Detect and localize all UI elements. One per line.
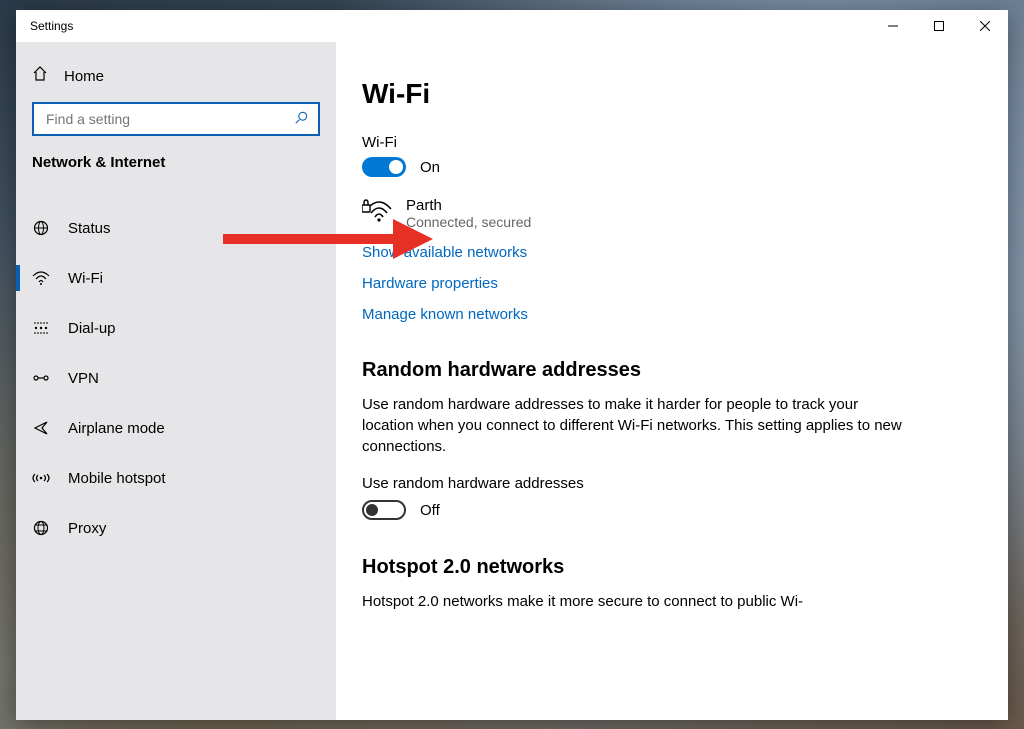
search-input-wrap[interactable] — [32, 102, 320, 136]
random-addresses-label: Use random hardware addresses — [362, 475, 984, 492]
title-bar: Settings — [16, 10, 1008, 42]
sidebar-item-label: Proxy — [68, 520, 106, 537]
sidebar-home-label: Home — [64, 68, 104, 85]
sidebar-item-airplane[interactable]: Airplane mode — [16, 403, 336, 453]
sidebar-group-title: Network & Internet — [16, 148, 336, 181]
sidebar-item-label: VPN — [68, 370, 99, 387]
minimize-button[interactable] — [870, 10, 916, 42]
sidebar-item-label: Status — [68, 220, 111, 237]
link-show-available[interactable]: Show available networks — [362, 244, 984, 261]
random-addresses-state: Off — [420, 502, 440, 519]
sidebar-item-vpn[interactable]: VPN — [16, 353, 336, 403]
sidebar-nav: Status Wi-Fi Dial-up — [16, 203, 336, 553]
hotspot-heading: Hotspot 2.0 networks — [362, 556, 984, 579]
airplane-icon — [32, 420, 50, 436]
wifi-toggle-label: Wi-Fi — [362, 134, 984, 151]
hotspot-icon — [32, 471, 50, 485]
search-input[interactable] — [44, 110, 294, 128]
maximize-button[interactable] — [916, 10, 962, 42]
sidebar-item-label: Wi-Fi — [68, 270, 103, 287]
main-pane: Wi-Fi Wi-Fi On Pa — [336, 42, 1008, 720]
network-status: Connected, secured — [406, 214, 531, 230]
window-title: Settings — [30, 19, 73, 33]
vpn-icon — [32, 372, 50, 384]
close-button[interactable] — [962, 10, 1008, 42]
wifi-toggle-state: On — [420, 159, 440, 176]
wifi-icon — [32, 270, 50, 286]
sidebar-item-label: Airplane mode — [68, 420, 165, 437]
random-addresses-heading: Random hardware addresses — [362, 359, 984, 382]
network-card[interactable]: Parth Connected, secured — [362, 197, 984, 230]
status-icon — [32, 220, 50, 236]
proxy-icon — [32, 520, 50, 536]
sidebar: Home Network & Internet Status — [16, 42, 336, 720]
search-icon — [294, 111, 308, 128]
link-manage-known[interactable]: Manage known networks — [362, 306, 984, 323]
random-addresses-body: Use random hardware addresses to make it… — [362, 394, 912, 457]
dialup-icon — [32, 322, 50, 334]
sidebar-item-proxy[interactable]: Proxy — [16, 503, 336, 553]
hotspot-body: Hotspot 2.0 networks make it more secure… — [362, 591, 912, 612]
sidebar-item-label: Dial-up — [68, 320, 116, 337]
random-addresses-toggle[interactable] — [362, 500, 406, 520]
network-name: Parth — [406, 197, 531, 214]
sidebar-item-hotspot[interactable]: Mobile hotspot — [16, 453, 336, 503]
home-icon — [32, 66, 48, 86]
sidebar-item-status[interactable]: Status — [16, 203, 336, 253]
settings-window: Settings Home — [16, 10, 1008, 720]
network-wifi-secure-icon — [362, 199, 390, 228]
wifi-toggle[interactable] — [362, 157, 406, 177]
link-hardware-properties[interactable]: Hardware properties — [362, 275, 984, 292]
sidebar-item-label: Mobile hotspot — [68, 470, 166, 487]
page-title: Wi-Fi — [362, 78, 984, 110]
sidebar-home[interactable]: Home — [16, 56, 336, 96]
sidebar-item-dialup[interactable]: Dial-up — [16, 303, 336, 353]
window-controls — [870, 10, 1008, 42]
sidebar-item-wifi[interactable]: Wi-Fi — [16, 253, 336, 303]
